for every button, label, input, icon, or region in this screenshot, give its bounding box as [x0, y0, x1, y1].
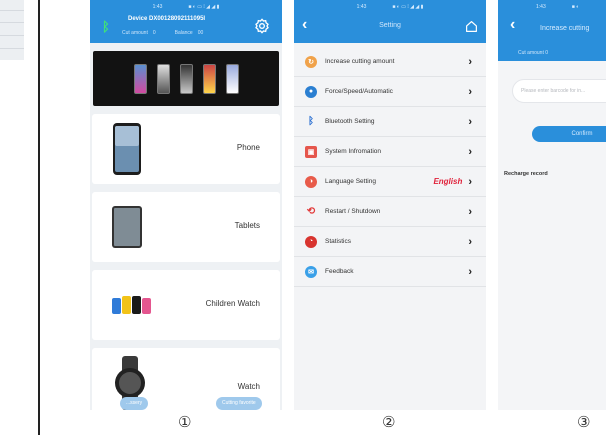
menu-increase-cutting-amount[interactable]: ↻ Increase cutting amount ›: [294, 47, 486, 77]
category-label: Phone: [236, 143, 260, 152]
cut-amount-value: 0: [152, 30, 156, 36]
chevron-right-icon: ›: [468, 235, 472, 248]
home-screen: 1:43 ■ ◐ ▭ ⁞ ◢ ◢ ▮ ᛒ Device DX0012809211…: [90, 0, 282, 410]
menu-system-information[interactable]: ▣ System Infromation ›: [294, 137, 486, 167]
force-speed-icon: ●: [305, 85, 317, 98]
status-icons: ■ ◐ ▭ ⁞ ◢ ◢ ▮: [392, 3, 424, 10]
settings-header: ‹ Setting: [294, 13, 486, 43]
recharge-record-label: Recharge record: [504, 171, 548, 177]
device-header: ᛒ Device DX00128092111095I Cut amount 0 …: [90, 13, 282, 43]
menu-statistics[interactable]: ◔ Statistics ›: [294, 227, 486, 257]
chevron-right-icon: ›: [468, 205, 472, 218]
menu-label: Statistics: [325, 238, 352, 245]
chevron-right-icon: ›: [468, 55, 472, 68]
chevron-right-icon: ›: [468, 115, 472, 128]
status-icons: ■ ◐: [571, 3, 580, 10]
page-title: Setting: [379, 22, 401, 29]
cutting-favorite-chip[interactable]: Cutting favorite: [216, 397, 262, 410]
status-bar: 1:43 ■ ◐ ▭ ⁞ ◢ ◢ ▮: [90, 0, 282, 13]
banner-phone-image: [202, 63, 216, 94]
barcode-input[interactable]: Please enter barcode for in...: [512, 79, 606, 103]
status-icons: ■ ◐ ▭ ⁞ ◢ ◢ ▮: [188, 3, 220, 10]
language-icon: ◑: [305, 175, 317, 188]
device-title: Device DX00128092111095I: [128, 16, 206, 22]
category-tablets[interactable]: Tablets: [92, 192, 280, 262]
page-title: Increase cutting: [540, 25, 590, 32]
cut-amount-text: Cut amount 0: [518, 50, 549, 56]
chevron-right-icon: ›: [468, 145, 472, 158]
accessory-chip[interactable]: ...ssery: [120, 397, 149, 410]
status-bar: 1:43 ■ ◐: [498, 0, 606, 13]
menu-force-speed-automatic[interactable]: ● Force/Speed/Automatic ›: [294, 77, 486, 107]
category-children-watch[interactable]: Children Watch: [92, 270, 280, 340]
step-marker-2: ②: [382, 413, 396, 431]
status-time: 1:43: [536, 3, 546, 10]
status-time: 1:43: [356, 3, 367, 10]
banner-phone-image: [225, 63, 239, 94]
chevron-right-icon: ›: [468, 265, 472, 278]
banner-phone-image: [179, 63, 193, 94]
system-info-icon: ▣: [305, 145, 317, 158]
banner-phone-image: [133, 63, 147, 94]
chevron-right-icon: ›: [468, 85, 472, 98]
phone-image: [113, 123, 141, 175]
banner-phone-image: [156, 63, 170, 94]
back-icon[interactable]: ‹: [510, 16, 515, 34]
previous-page-shade: [0, 0, 24, 60]
feedback-icon: ✉: [305, 265, 317, 278]
bluetooth-icon: ᛒ: [308, 116, 314, 127]
confirm-button[interactable]: Confirm: [532, 126, 606, 142]
category-phone[interactable]: Phone: [92, 114, 280, 184]
status-time: 1:43: [152, 3, 163, 10]
settings-screen: 1:43 ■ ◐ ▭ ⁞ ◢ ◢ ▮ ‹ Setting ↻ Increase …: [294, 0, 486, 410]
previous-page-line: [0, 10, 24, 11]
menu-feedback[interactable]: ✉ Feedback ›: [294, 257, 486, 287]
bluetooth-icon[interactable]: ᛒ: [102, 19, 110, 34]
increase-cutting-screen: 1:43 ■ ◐ ‹ Increase cutting Cut amount 0…: [498, 0, 606, 410]
previous-page-edge: [0, 0, 38, 435]
menu-language-setting[interactable]: ◑ Language Setting English ›: [294, 167, 486, 197]
category-label: Tablets: [234, 221, 260, 230]
statistics-icon: ◔: [305, 235, 317, 248]
gear-icon[interactable]: [254, 18, 270, 34]
home-icon[interactable]: [465, 20, 478, 33]
balance-label: Balance: [174, 30, 193, 36]
language-value: English: [433, 177, 463, 186]
previous-page-line: [0, 48, 24, 49]
balance-value: 00: [197, 30, 204, 36]
cutting-amount-icon: ↻: [305, 55, 317, 68]
previous-page-line: [0, 35, 24, 36]
menu-label: Feedback: [325, 268, 354, 275]
menu-label: Force/Speed/Automatic: [325, 88, 393, 95]
menu-bluetooth-setting[interactable]: ᛒ Bluetooth Setting ›: [294, 107, 486, 137]
restart-icon: ⟲: [306, 206, 316, 217]
step-marker-1: ①: [178, 413, 192, 431]
menu-label: Increase cutting amount: [325, 58, 395, 65]
increase-cutting-header: ‹ Increase cutting Cut amount 0: [498, 13, 606, 61]
tablet-image: [112, 206, 142, 248]
category-label: Watch: [237, 382, 260, 391]
menu-label: Restart / Shutdown: [325, 208, 381, 215]
status-bar: 1:43 ■ ◐ ▭ ⁞ ◢ ◢ ▮: [294, 0, 486, 13]
chevron-right-icon: ›: [468, 175, 472, 188]
menu-label: Language Setting: [325, 178, 376, 185]
page-divider: [38, 0, 40, 435]
menu-restart-shutdown[interactable]: ⟲ Restart / Shutdown ›: [294, 197, 486, 227]
device-stats: Cut amount 0 Balance 00: [122, 30, 203, 36]
menu-label: System Infromation: [325, 148, 381, 155]
children-watch-image: [112, 296, 151, 314]
promo-banner[interactable]: [93, 51, 279, 106]
category-label: Children Watch: [205, 299, 260, 308]
menu-label: Bluetooth Setting: [325, 118, 375, 125]
previous-page-line: [0, 22, 24, 23]
step-marker-3: ③: [577, 413, 591, 431]
cut-amount-label: Cut amount: [122, 30, 148, 36]
